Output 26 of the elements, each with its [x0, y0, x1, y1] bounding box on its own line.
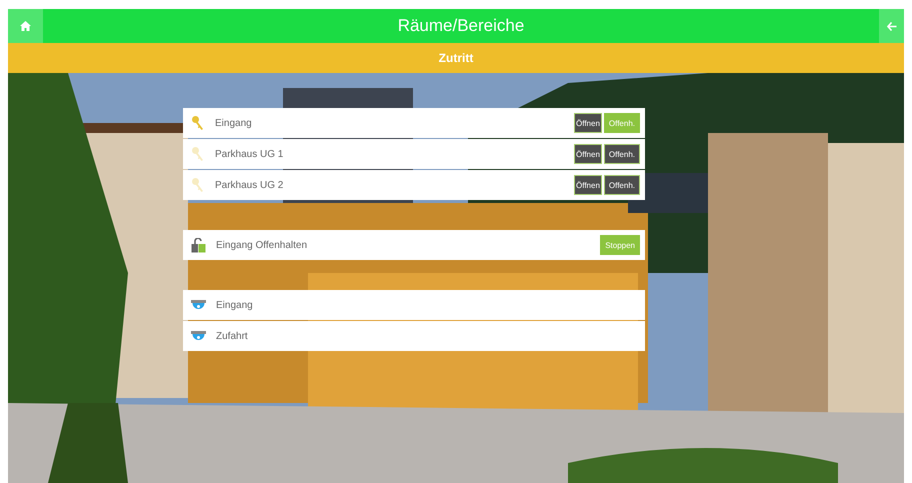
row-label: Parkhaus UG 2 — [215, 180, 284, 190]
home-icon — [20, 21, 31, 31]
home-button[interactable] — [8, 9, 43, 43]
action-button[interactable]: Öffnen — [574, 113, 602, 133]
list-row[interactable]: Parkhaus UG 1 Öffnen Offenh. — [183, 139, 645, 169]
list-row[interactable]: Parkhaus UG 2 Öffnen Offenh. — [183, 170, 645, 200]
row-label: Zufahrt — [216, 330, 249, 342]
list-row[interactable]: Eingang Offenhalten Stoppen — [183, 230, 645, 260]
list-row[interactable]: Eingang Öffnen Offenh. — [183, 108, 645, 138]
back-arrow-icon — [886, 22, 896, 30]
lock-icon — [191, 238, 206, 252]
action-button[interactable]: Öffnen — [574, 175, 602, 195]
page-title: Räume/Bereiche — [396, 15, 526, 37]
row-label: Parkhaus UG 1 — [215, 148, 284, 160]
list-row[interactable]: Eingang — [183, 290, 645, 320]
action-button[interactable]: Offenh. — [604, 144, 640, 164]
action-button[interactable]: Öffnen — [574, 144, 602, 164]
row-label: Eingang Offenhalten — [216, 240, 308, 250]
camera-icon — [191, 300, 206, 310]
camera-icon — [191, 330, 206, 342]
row-label: Eingang — [216, 300, 254, 310]
row-label: Eingang — [215, 118, 253, 128]
section-title: Zutritt — [8, 43, 904, 73]
action-button[interactable]: Offenh. — [604, 175, 640, 195]
list-row[interactable]: Zufahrt — [183, 321, 645, 351]
back-button[interactable] — [879, 9, 904, 43]
